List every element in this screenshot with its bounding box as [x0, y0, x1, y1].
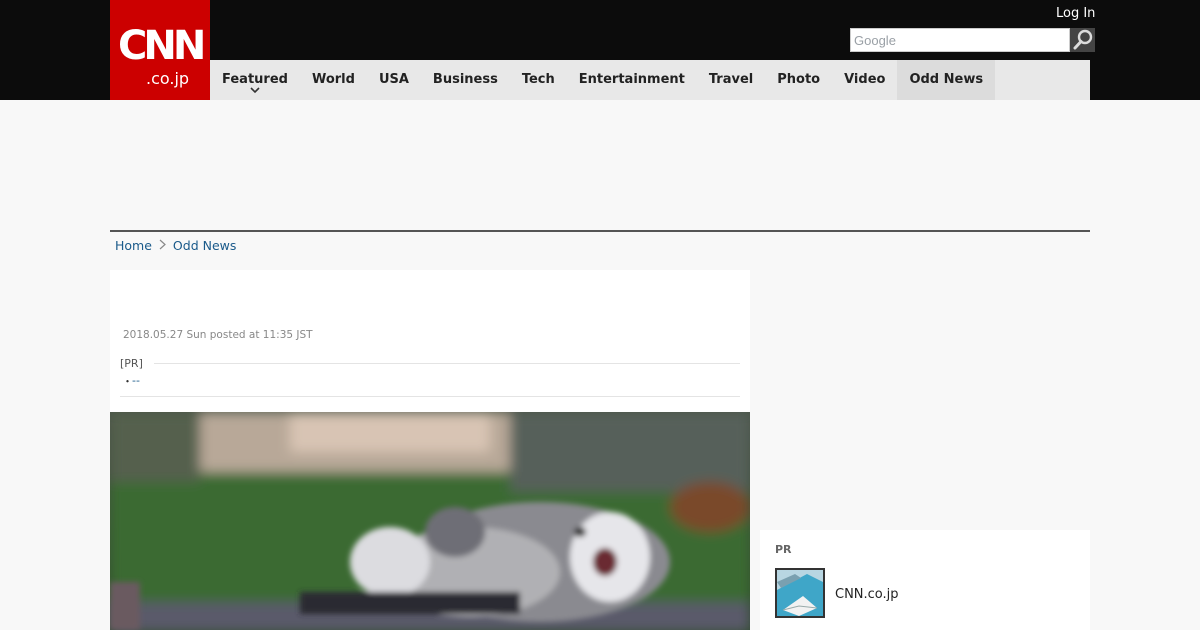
nav-item-photo[interactable]: Photo	[765, 60, 832, 100]
article-card: 2018.05.27 Sun posted at 11:35 JST [PR] …	[110, 270, 750, 630]
breadcrumb-home[interactable]: Home	[115, 238, 152, 253]
nav-item-tech[interactable]: Tech	[510, 60, 567, 100]
nav-item-label: Tech	[521, 72, 555, 87]
nav-item-label: Video	[844, 72, 886, 87]
nav-item-travel[interactable]: Travel	[697, 60, 765, 100]
logo-text: CNN	[118, 23, 206, 69]
nav-item-entertainment[interactable]: Entertainment	[567, 60, 697, 100]
nav-item-business[interactable]: Business	[421, 60, 510, 100]
chevron-down-icon	[250, 87, 260, 94]
cat-photo-image	[110, 412, 750, 630]
magnifier-icon	[1073, 29, 1093, 50]
nav-item-label: Travel	[708, 72, 754, 87]
logo-suffix: .co.jp	[146, 69, 190, 88]
sidebar-pr: PR CNN.co.jp	[760, 530, 1090, 630]
pr-label: [PR]	[120, 357, 143, 370]
ad-divider	[110, 230, 1090, 232]
mail-app-icon	[777, 570, 823, 616]
nav-item-label: Entertainment	[578, 72, 685, 87]
nav-item-featured[interactable]: Featured	[210, 60, 300, 100]
nav-item-label: Featured	[222, 72, 288, 87]
pr-link[interactable]: --	[132, 374, 140, 387]
nav-item-world[interactable]: World	[300, 60, 367, 100]
login-link[interactable]: Log In	[1056, 6, 1095, 21]
pr-box: [PR] ・ --	[120, 355, 740, 397]
sidebar-pr-label: PR	[775, 543, 792, 556]
nav-item-video[interactable]: Video	[832, 60, 897, 100]
cnn-logo[interactable]: CNN .co.jp	[110, 0, 210, 100]
article-photo[interactable]	[110, 412, 750, 630]
main-nav: Featured World USA Business Tech Entertainmen…	[210, 60, 1090, 100]
nav-item-label: World	[311, 72, 355, 87]
nav-item-label: Odd News	[909, 72, 984, 87]
post-date: 2018.05.27 Sun posted at 11:35 JST	[123, 329, 313, 341]
breadcrumb-current[interactable]: Odd News	[173, 238, 236, 253]
sidebar-site-link[interactable]: CNN.co.jp	[835, 587, 899, 602]
nav-item-label: Business	[432, 72, 498, 87]
search-button[interactable]	[1070, 28, 1095, 52]
nav-item-label: Photo	[777, 72, 821, 87]
pr-divider	[154, 363, 740, 364]
sidebar-thumbnail[interactable]	[775, 568, 825, 618]
breadcrumb: Home Odd News	[115, 238, 236, 253]
chevron-right-icon	[159, 239, 166, 253]
search-input[interactable]	[850, 28, 1070, 52]
nav-item-label: USA	[378, 72, 409, 87]
nav-list: Featured World USA Business Tech Entertainmen…	[210, 60, 1090, 100]
nav-item-usa[interactable]: USA	[367, 60, 421, 100]
nav-item-odd-news[interactable]: Odd News	[897, 60, 996, 100]
